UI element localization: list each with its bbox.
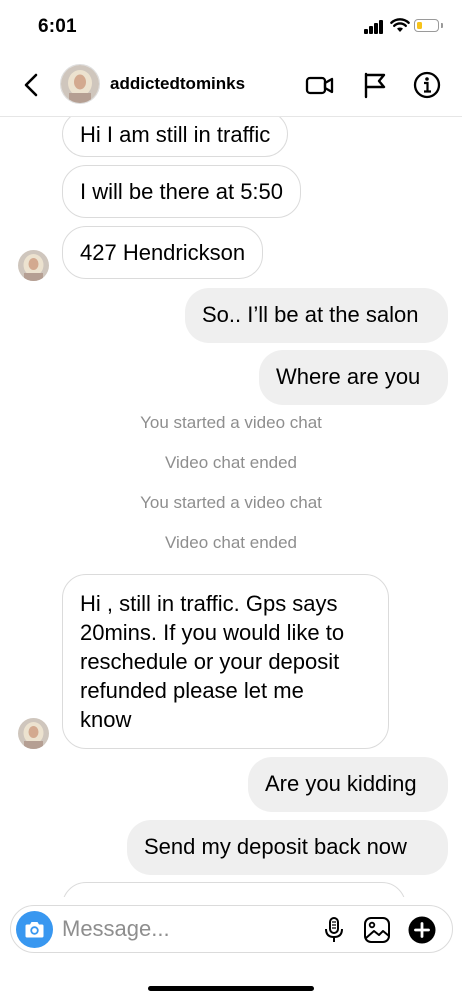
battery-icon bbox=[414, 19, 443, 32]
system-message: You started a video chat bbox=[140, 413, 322, 432]
info-icon[interactable] bbox=[412, 70, 442, 100]
message-composer bbox=[10, 905, 453, 953]
message-text: Send my deposit back now bbox=[144, 834, 407, 859]
wifi-icon bbox=[390, 18, 410, 32]
username[interactable]: addictedtominks bbox=[110, 74, 245, 94]
status-time: 6:01 bbox=[38, 16, 77, 37]
status-bar: 6:01 bbox=[0, 0, 462, 54]
message-text: I will be there at 5:50 bbox=[80, 179, 284, 204]
message-text-line: 20mins. If you would like to bbox=[80, 620, 345, 645]
message-bubble-outgoing[interactable]: Where are you bbox=[259, 350, 448, 405]
battery-level-fill bbox=[416, 21, 423, 29]
flag-icon[interactable] bbox=[360, 70, 390, 100]
camera-button[interactable] bbox=[16, 911, 53, 948]
microphone-icon[interactable] bbox=[319, 915, 349, 945]
message-bubble-incoming[interactable]: Hi I am still in traffic bbox=[62, 117, 289, 157]
avatar[interactable] bbox=[60, 64, 100, 104]
sender-avatar[interactable] bbox=[18, 250, 49, 281]
message-text-line: refunded please let me bbox=[80, 678, 304, 703]
message-text: So.. I’ll be at the salon bbox=[202, 302, 419, 327]
gallery-icon[interactable] bbox=[362, 915, 392, 945]
message-bubble-incoming[interactable]: 427 Hendrickson bbox=[62, 226, 264, 279]
message-text: Where are you bbox=[276, 364, 421, 389]
message-bubble-incoming-partial[interactable] bbox=[62, 882, 406, 897]
message-text-line: know bbox=[80, 707, 132, 732]
message-bubble-incoming[interactable]: I will be there at 5:50 bbox=[62, 165, 302, 218]
conversation-header: addictedtominks bbox=[0, 54, 462, 117]
message-thread: Hi I am still in traffic I will be there… bbox=[0, 117, 462, 897]
video-camera-icon[interactable] bbox=[305, 70, 335, 100]
plus-icon[interactable] bbox=[407, 915, 437, 945]
message-bubble-outgoing[interactable]: So.. I’ll be at the salon bbox=[185, 288, 448, 343]
message-bubble-incoming[interactable]: Hi , still in traffic. Gps says 20mins. … bbox=[62, 574, 389, 749]
message-text-line: reschedule or your deposit bbox=[80, 649, 340, 674]
system-message: Video chat ended bbox=[164, 453, 298, 472]
system-message: You started a video chat bbox=[140, 493, 322, 512]
message-text: Are you kidding bbox=[265, 771, 417, 796]
message-text: 427 Hendrickson bbox=[80, 240, 246, 265]
message-text-line: Hi , still in traffic. Gps says bbox=[80, 591, 338, 616]
system-message: Video chat ended bbox=[164, 533, 298, 552]
message-input[interactable] bbox=[62, 915, 312, 943]
message-bubble-outgoing[interactable]: Are you kidding bbox=[248, 757, 448, 812]
message-text: Hi I am still in traffic bbox=[80, 122, 271, 147]
sender-avatar[interactable] bbox=[18, 718, 49, 749]
cellular-signal-icon bbox=[364, 20, 384, 34]
chevron-left-icon[interactable] bbox=[18, 70, 46, 100]
camera-icon bbox=[25, 922, 44, 938]
home-indicator[interactable] bbox=[148, 986, 314, 991]
message-bubble-outgoing[interactable]: Send my deposit back now bbox=[127, 820, 448, 875]
